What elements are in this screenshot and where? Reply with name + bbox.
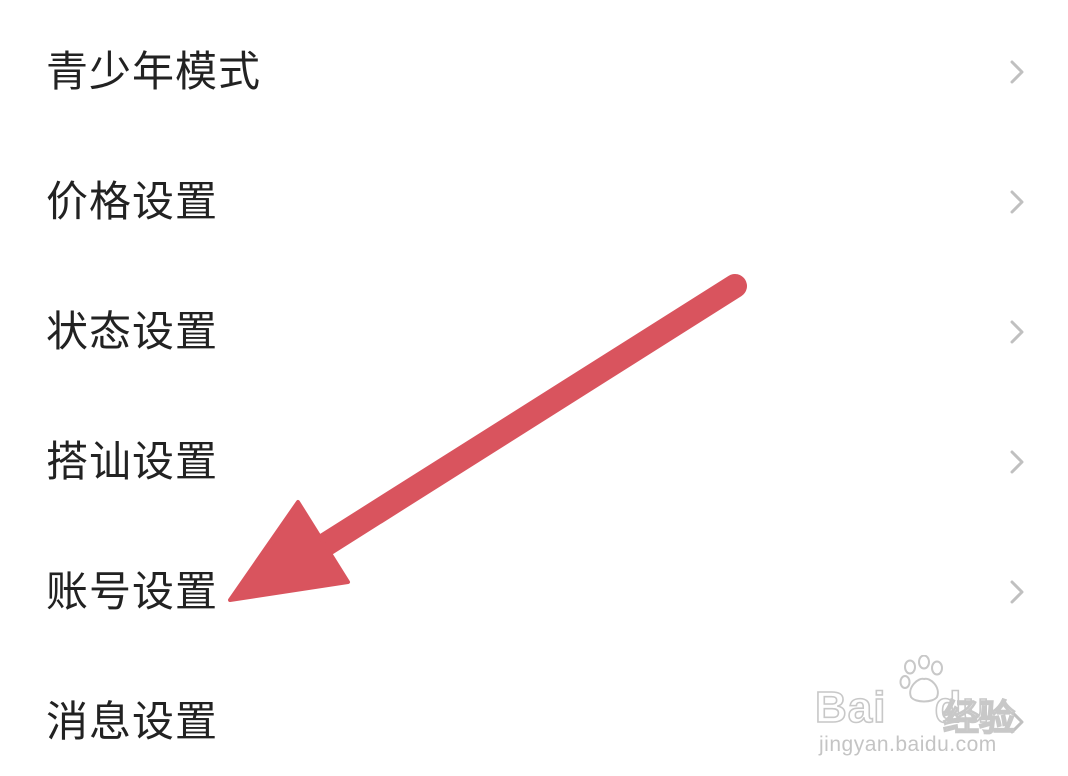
chevron-right-icon xyxy=(1010,710,1024,734)
chevron-right-icon xyxy=(1010,450,1024,474)
chevron-right-icon xyxy=(1010,580,1024,604)
menu-item-youth-mode[interactable]: 青少年模式 xyxy=(0,22,1068,122)
menu-item-label: 搭讪设置 xyxy=(46,437,219,486)
menu-item-status-settings[interactable]: 状态设置 xyxy=(0,282,1068,382)
settings-screen: 青少年模式 价格设置 状态设置 搭讪设置 账号设置 消息设置 Bai du 经验… xyxy=(0,0,1068,776)
menu-item-label: 账号设置 xyxy=(46,567,219,616)
menu-item-label: 消息设置 xyxy=(46,697,219,746)
menu-item-label: 状态设置 xyxy=(46,307,219,356)
menu-item-greeting-settings[interactable]: 搭讪设置 xyxy=(0,412,1068,512)
menu-item-price-settings[interactable]: 价格设置 xyxy=(0,152,1068,252)
menu-item-label: 价格设置 xyxy=(46,177,219,226)
menu-item-message-settings[interactable]: 消息设置 xyxy=(0,672,1068,772)
chevron-right-icon xyxy=(1010,320,1024,344)
menu-item-label: 青少年模式 xyxy=(46,47,262,96)
chevron-right-icon xyxy=(1010,190,1024,214)
menu-item-account-settings[interactable]: 账号设置 xyxy=(0,542,1068,642)
chevron-right-icon xyxy=(1010,60,1024,84)
